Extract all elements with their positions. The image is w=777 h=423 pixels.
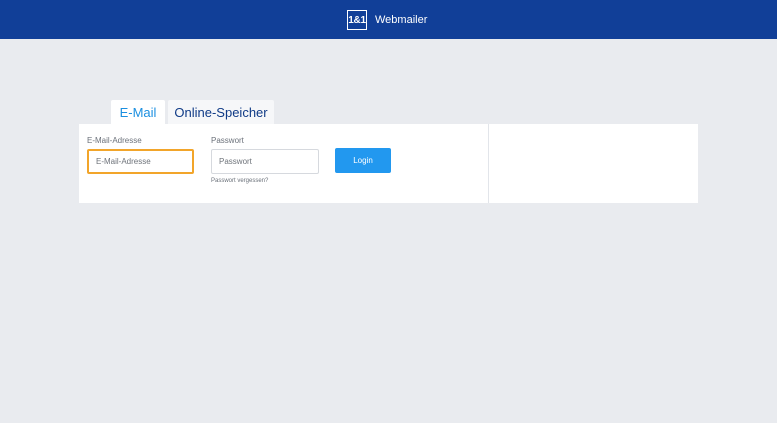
panel-divider	[488, 124, 489, 203]
forgot-password-link[interactable]: Passwort vergessen?	[211, 178, 268, 184]
email-label: E-Mail-Adresse	[87, 136, 142, 145]
password-label: Passwort	[211, 136, 244, 145]
app-name: Webmailer	[375, 14, 428, 26]
email-input[interactable]	[87, 149, 194, 174]
logo-1und1: 1&1	[347, 10, 367, 30]
password-input[interactable]	[211, 149, 319, 174]
brand: 1&1 Webmailer	[347, 9, 427, 31]
tab-online-storage[interactable]: Online-Speicher	[168, 100, 274, 124]
tab-email[interactable]: E-Mail	[111, 100, 165, 124]
login-button[interactable]: Login	[335, 148, 391, 173]
login-panel: E-Mail-Adresse Passwort Login Passwort v…	[79, 124, 698, 203]
top-header-bar: 1&1 Webmailer	[0, 0, 777, 39]
